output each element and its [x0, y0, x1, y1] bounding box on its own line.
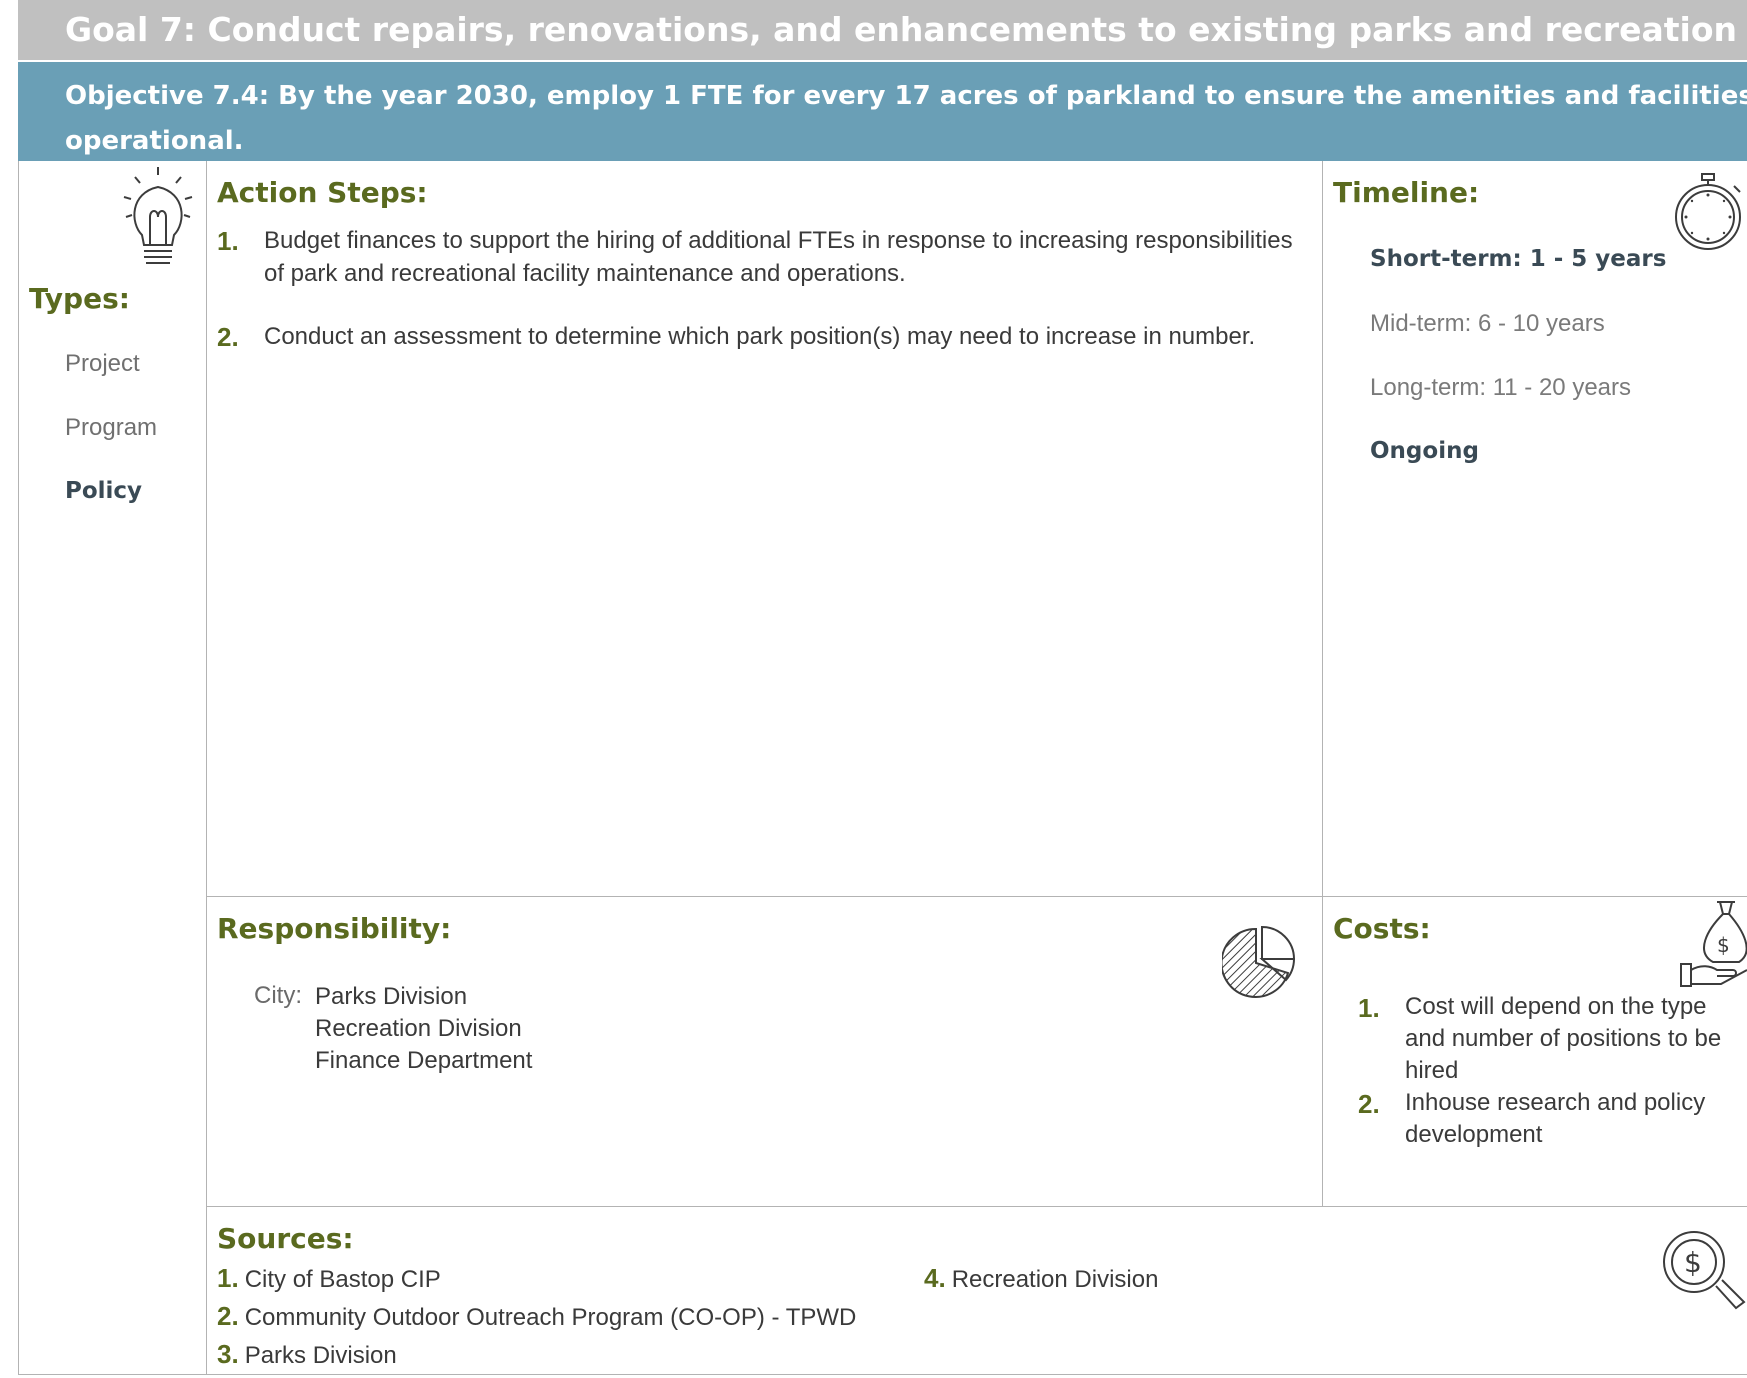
type-program: Program	[65, 414, 158, 441]
objective-line-1: Objective 7.4: By the year 2030, employ …	[65, 81, 1747, 111]
action-step-number: 1.	[217, 226, 239, 256]
left-border	[18, 161, 19, 1375]
search-dollar-icon: $	[1663, 1231, 1746, 1310]
source-item: 3. Parks Division	[217, 1339, 397, 1370]
timeline-short-term: Short-term: 1 - 5 years	[1370, 246, 1667, 272]
cost-number: 1.	[1358, 993, 1380, 1023]
timeline-long-term: Long-term: 11 - 20 years	[1370, 374, 1632, 401]
timeline-ongoing: Ongoing	[1370, 438, 1479, 464]
goal-banner: Goal 7: Conduct repairs, renovations, an…	[18, 0, 1747, 60]
goal-title: Goal 7: Conduct repairs, renovations, an…	[65, 10, 1747, 49]
svg-text:$: $	[1717, 933, 1730, 957]
source-number: 2.	[217, 1301, 239, 1331]
types-divider	[206, 161, 207, 1375]
responsibility-label: City:	[254, 982, 302, 1009]
stopwatch-icon	[1675, 173, 1741, 250]
objective-line-2: operational.	[65, 126, 244, 156]
source-number: 1.	[217, 1263, 239, 1293]
costs-heading: Costs:	[1333, 912, 1431, 945]
cost-text: Cost will depend on the type and number …	[1405, 993, 1722, 1084]
timeline-divider	[1322, 161, 1323, 1207]
action-steps-heading: Action Steps:	[217, 176, 428, 209]
source-text: Parks Division	[244, 1342, 397, 1369]
source-text: City of Bastop CIP	[244, 1266, 441, 1293]
responsibility-item: Parks Division	[315, 983, 468, 1010]
type-policy: Policy	[65, 478, 143, 504]
sources-divider	[206, 1206, 1747, 1207]
source-number: 4.	[924, 1263, 946, 1293]
source-item: 4. Recreation Division	[924, 1263, 1158, 1294]
objective-text: Objective 7.4: By the year 2030, employ …	[65, 74, 1747, 161]
timeline-mid-term: Mid-term: 6 - 10 years	[1370, 310, 1605, 337]
type-project: Project	[65, 350, 140, 377]
source-item: 1. City of Bastop CIP	[217, 1263, 441, 1294]
source-item: 2. Community Outdoor Outreach Program (CO…	[217, 1301, 856, 1332]
cost-text: Inhouse research and policy development	[1405, 1089, 1706, 1148]
money-bag-hand-icon: $	[1680, 901, 1747, 987]
responsibility-heading: Responsibility:	[217, 912, 452, 945]
middle-divider	[206, 896, 1747, 897]
sources-heading: Sources:	[217, 1222, 354, 1255]
action-step-text: Conduct an assessment to determine which…	[264, 323, 1256, 350]
action-step-text: Budget finances to support the hiring of…	[264, 227, 1293, 287]
bottom-border	[18, 1374, 1747, 1375]
cost-number: 2.	[1358, 1089, 1380, 1119]
objective-banner: Objective 7.4: By the year 2030, employ …	[18, 62, 1747, 161]
source-number: 3.	[217, 1339, 239, 1369]
responsibility-item: Recreation Division	[315, 1015, 522, 1042]
source-text: Recreation Division	[951, 1266, 1159, 1293]
pie-chart-icon	[1222, 925, 1296, 998]
svg-text:$: $	[1684, 1246, 1702, 1279]
action-step-number: 2.	[217, 322, 239, 352]
lightbulb-icon	[123, 167, 193, 264]
timeline-heading: Timeline:	[1333, 176, 1480, 209]
source-text: Community Outdoor Outreach Program (CO-O…	[244, 1304, 857, 1331]
types-heading: Types:	[29, 282, 130, 315]
responsibility-item: Finance Department	[315, 1047, 533, 1074]
